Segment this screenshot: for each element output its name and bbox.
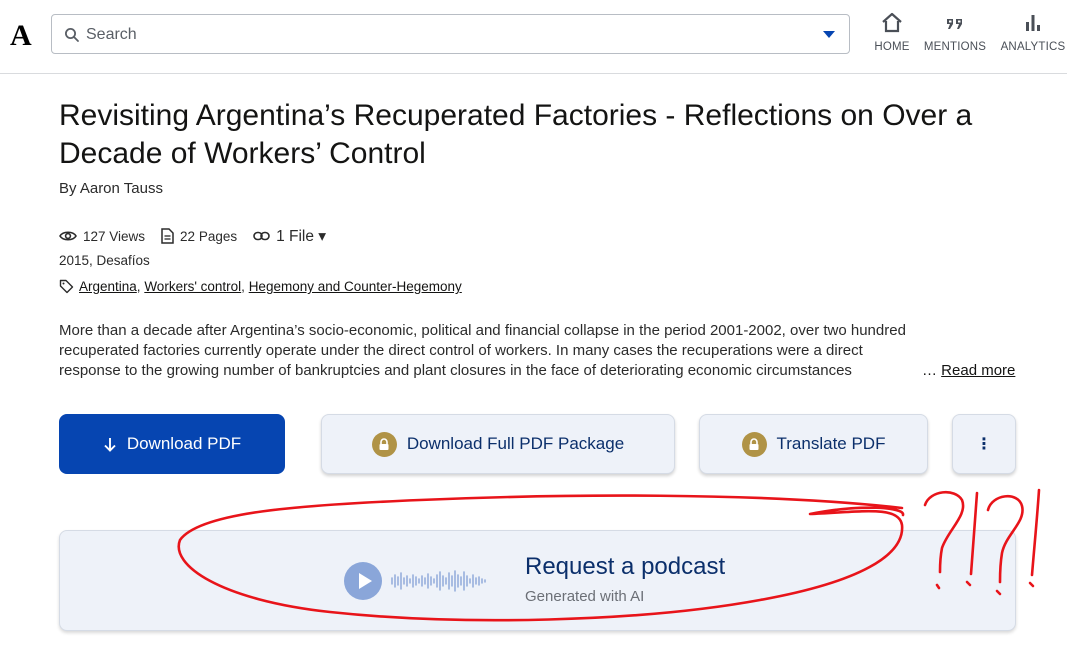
abstract-line-truncated: response to the growing number of bankru… <box>59 361 924 381</box>
download-pdf-button[interactable]: Download PDF <box>59 414 285 474</box>
eye-icon <box>59 231 77 241</box>
paper-tags: Argentina, Workers' control, Hegemony an… <box>59 279 462 294</box>
read-more-link[interactable]: Read more <box>941 362 1015 379</box>
download-arrow-icon <box>104 437 116 452</box>
search-dropdown-caret-icon[interactable] <box>823 31 835 38</box>
abstract-ellipsis: … <box>922 362 937 379</box>
download-pdf-label: Download PDF <box>126 434 242 453</box>
pages-label: 22 Pages <box>180 228 238 244</box>
nav-mentions[interactable]: MENTIONS <box>920 10 990 60</box>
document-icon <box>161 228 174 244</box>
tag-link[interactable]: Workers' control <box>144 279 241 294</box>
nav-mentions-label: MENTIONS <box>923 41 987 53</box>
search-box[interactable] <box>51 14 850 54</box>
read-more: … Read more <box>922 361 1015 381</box>
search-icon <box>65 28 79 42</box>
link-icon <box>253 231 270 241</box>
tag-icon <box>59 279 74 294</box>
audio-waveform-icon <box>391 570 486 592</box>
dot-4 <box>1028 581 1035 588</box>
download-full-package-button[interactable]: Download Full PDF Package <box>321 414 675 474</box>
files-label: 1 File ▾ <box>276 227 327 245</box>
views-count: 127 Views <box>59 229 145 244</box>
bar-chart-icon <box>1026 15 1040 31</box>
views-label: 127 Views <box>83 228 146 244</box>
tag-link[interactable]: Argentina <box>79 279 137 294</box>
nav-home-label: HOME <box>874 41 910 53</box>
tag-link[interactable]: Hegemony and Counter-Hegemony <box>249 279 462 294</box>
files-dropdown[interactable]: 1 File ▾ <box>253 227 326 246</box>
top-navigation-bar: A HOME MENTIONS ANALYTICS <box>0 0 1067 74</box>
lock-icon <box>741 431 767 457</box>
academia-logo[interactable]: A <box>10 18 32 54</box>
nav-analytics[interactable]: ANALYTICS <box>998 10 1067 60</box>
paper-abstract: More than a decade after Argentina’s soc… <box>59 321 1017 381</box>
paper-author[interactable]: By Aaron Tauss <box>59 180 163 197</box>
download-full-package-label: Download Full PDF Package <box>406 434 625 453</box>
tag-separator: , <box>136 279 145 294</box>
paper-title: Revisiting Argentina’s Recuperated Facto… <box>59 99 973 170</box>
abstract-line: More than a decade after Argentina’s soc… <box>59 322 906 339</box>
translate-pdf-label: Translate PDF <box>776 434 886 453</box>
paper-meta-row: 127 Views 22 Pages 1 File ▾ <box>59 226 342 246</box>
more-options-button[interactable]: ⋮ <box>952 414 1016 474</box>
podcast-title: Request a podcast <box>525 553 726 580</box>
exclamation-2 <box>1030 488 1041 577</box>
request-podcast-card[interactable]: Request a podcast Generated with AI <box>59 530 1016 631</box>
paper-venue: 2015, Desafíos <box>59 253 150 268</box>
lock-icon <box>371 431 397 457</box>
nav-home[interactable]: HOME <box>870 10 914 60</box>
home-icon <box>882 12 902 33</box>
podcast-subtitle: Generated with AI <box>525 588 645 605</box>
play-icon <box>344 562 382 600</box>
search-input[interactable] <box>86 23 786 47</box>
pages-count: 22 Pages <box>161 228 237 244</box>
more-vertical-icon: ⋮ <box>976 436 992 453</box>
abstract-line-text: response to the growing number of bankru… <box>59 362 852 379</box>
quote-icon <box>947 19 962 29</box>
abstract-fade <box>884 361 924 381</box>
nav-analytics-label: ANALYTICS <box>1000 41 1066 53</box>
translate-pdf-button[interactable]: Translate PDF <box>699 414 928 474</box>
tag-separator: , <box>241 279 249 294</box>
abstract-line: recuperated factories currently operate … <box>59 342 863 359</box>
